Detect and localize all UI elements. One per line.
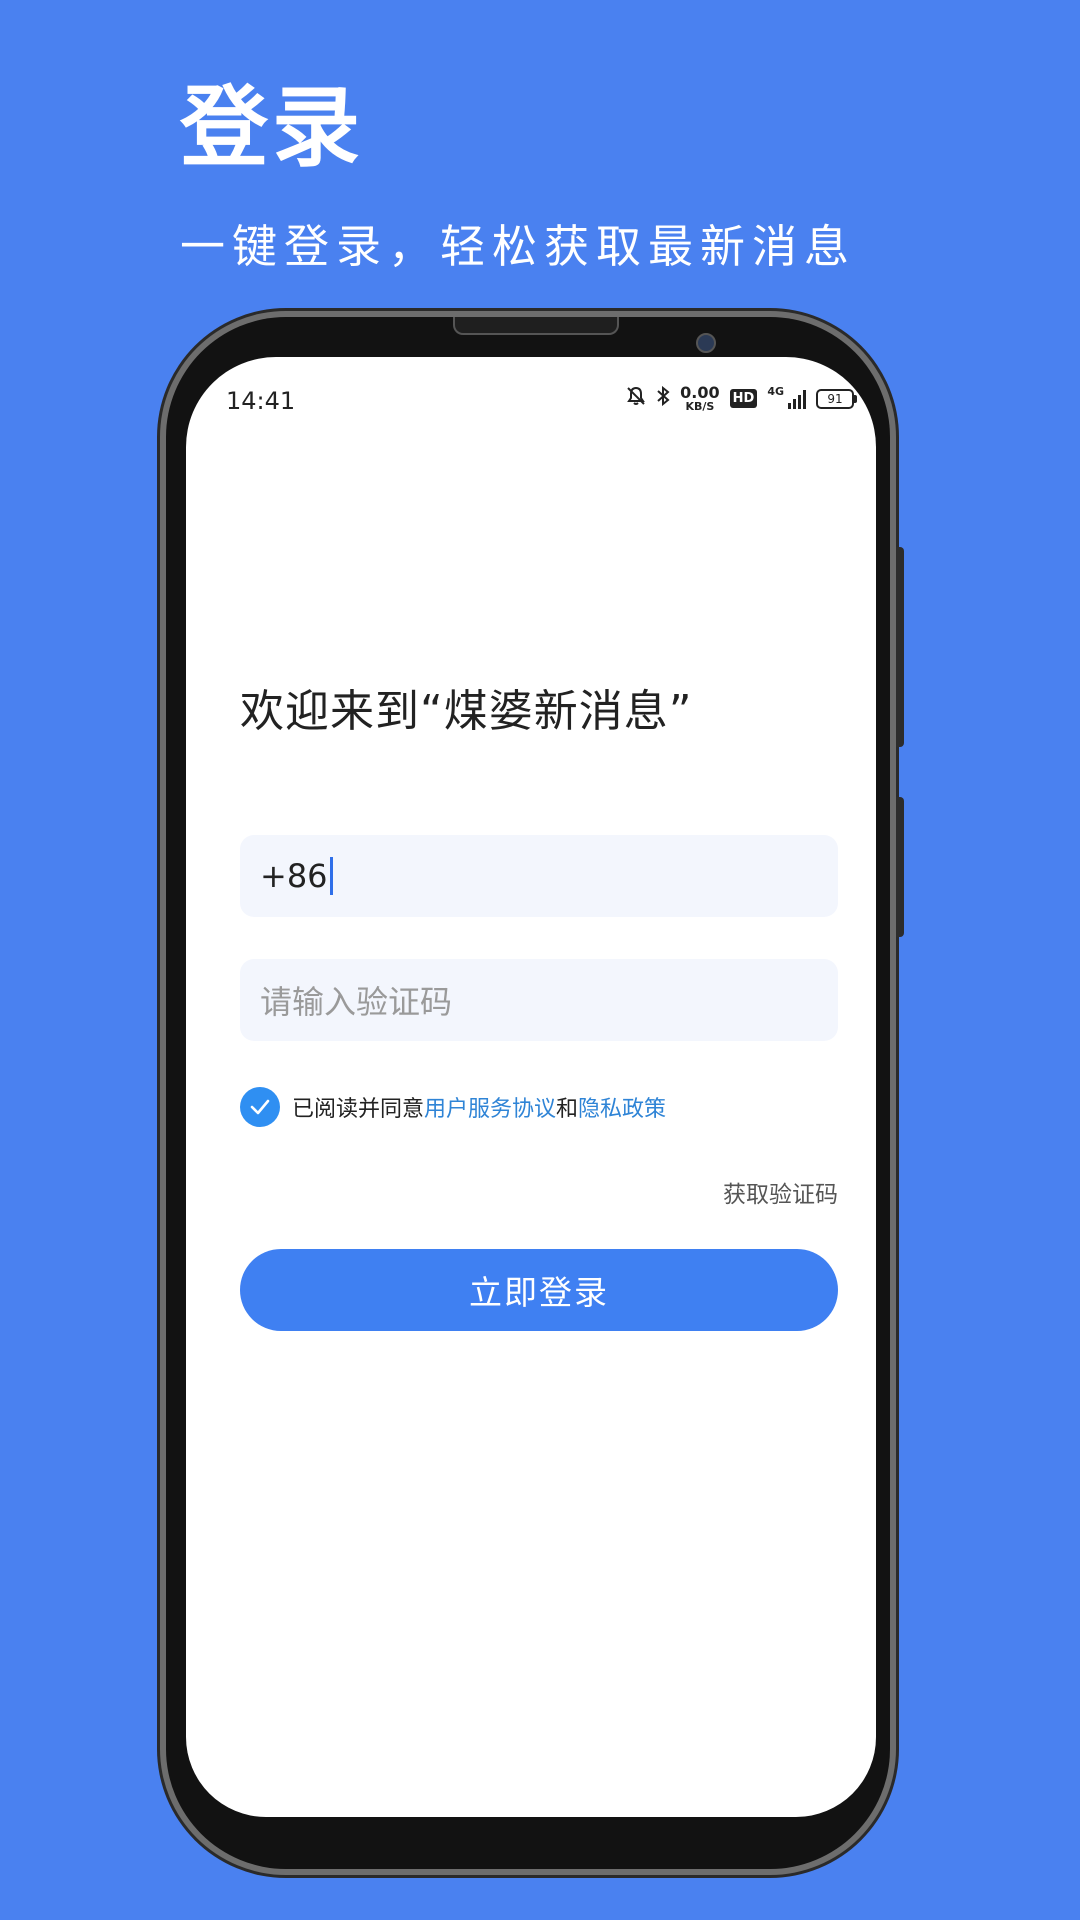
welcome-title: 欢迎来到“煤婆新消息” [240,686,693,737]
power-button [896,797,904,937]
hd-icon: HD [729,389,758,408]
hero-subtitle: 一键登录，轻松获取最新消息 [180,220,857,273]
phone-notch [453,317,619,335]
signal-icon [788,389,806,409]
phone-screen: 14:41 0.00 KB/S HD 4G 91 欢迎来到“煤婆新消息” +86… [186,357,876,1817]
status-icons: 0.00 KB/S HD 4G 91 [626,383,857,413]
camera-icon [696,333,716,353]
status-bar: 14:41 0.00 KB/S HD 4G 91 [186,357,876,447]
terms-link[interactable]: 用户服务协议 [424,1097,556,1122]
agree-prefix: 已阅读并同意 [292,1097,425,1122]
bell-muted-icon [626,386,646,411]
status-time: 14:41 [226,387,296,415]
login-button[interactable]: 立即登录 [240,1249,838,1331]
phone-mockup: 14:41 0.00 KB/S HD 4G 91 欢迎来到“煤婆新消息” +86… [166,317,904,1869]
check-icon [250,1099,270,1115]
bluetooth-icon [656,385,670,411]
battery-icon: 91 [816,388,857,409]
agree-and: 和 [556,1097,579,1122]
code-input-placeholder: 请输入验证码 [260,983,453,1021]
phone-input[interactable]: +86 [240,835,838,917]
verification-code-input[interactable]: 请输入验证码 [240,959,838,1041]
hero-title: 登录 [180,76,365,179]
volume-button [896,547,904,747]
agree-checkbox[interactable] [240,1087,280,1127]
agreement-row: 已阅读并同意用户服务协议和隐私政策 [240,1087,666,1127]
get-code-button[interactable]: 获取验证码 [723,1175,838,1209]
network-type: 4G [767,385,784,398]
phone-input-value: +86 [260,857,328,895]
agreement-text: 已阅读并同意用户服务协议和隐私政策 [292,1091,666,1123]
text-cursor [329,857,333,895]
net-speed: 0.00 KB/S [680,383,720,413]
privacy-link[interactable]: 隐私政策 [578,1097,666,1122]
